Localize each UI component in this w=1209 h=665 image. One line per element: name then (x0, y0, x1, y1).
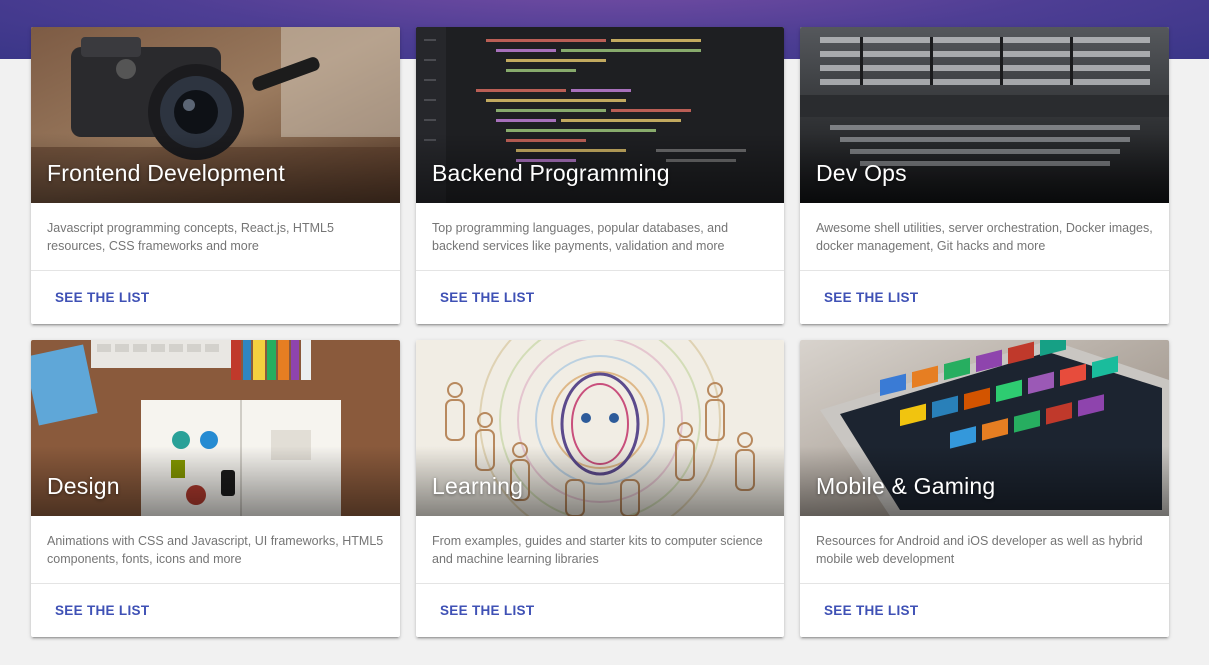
card-title: Backend Programming (432, 160, 670, 186)
card-media: Dev Ops (800, 27, 1169, 203)
card-media: Mobile & Gaming (800, 340, 1169, 516)
card-description: Javascript programming concepts, React.j… (31, 203, 400, 271)
card-title: Frontend Development (47, 160, 285, 186)
card-actions: SEE THE LIST (416, 271, 784, 324)
card-actions: SEE THE LIST (31, 271, 400, 324)
card-description: Awesome shell utilities, server orchestr… (800, 203, 1169, 271)
see-the-list-button[interactable]: SEE THE LIST (424, 595, 550, 626)
see-the-list-button[interactable]: SEE THE LIST (39, 595, 165, 626)
card-frontend-development: Frontend Development Javascript programm… (31, 27, 400, 324)
card-title: Design (47, 473, 120, 499)
card-title: Learning (432, 473, 524, 499)
category-grid: Frontend Development Javascript programm… (31, 27, 1169, 637)
see-the-list-button[interactable]: SEE THE LIST (808, 595, 934, 626)
card-description: From examples, guides and starter kits t… (416, 516, 784, 584)
card-description: Resources for Android and iOS developer … (800, 516, 1169, 584)
card-media: Backend Programming (416, 27, 784, 203)
card-actions: SEE THE LIST (416, 584, 784, 637)
card-description: Animations with CSS and Javascript, UI f… (31, 516, 400, 584)
card-title: Dev Ops (816, 160, 907, 186)
card-backend-programming: Backend Programming Top programming lang… (416, 27, 784, 324)
card-media: Design (31, 340, 400, 516)
card-design: Design Animations with CSS and Javascrip… (31, 340, 400, 637)
card-dev-ops: Dev Ops Awesome shell utilities, server … (800, 27, 1169, 324)
card-actions: SEE THE LIST (800, 271, 1169, 324)
card-mobile-gaming: Mobile & Gaming Resources for Android an… (800, 340, 1169, 637)
card-media: Learning (416, 340, 784, 516)
card-description: Top programming languages, popular datab… (416, 203, 784, 271)
see-the-list-button[interactable]: SEE THE LIST (808, 282, 934, 313)
card-learning: Learning From examples, guides and start… (416, 340, 784, 637)
see-the-list-button[interactable]: SEE THE LIST (39, 282, 165, 313)
card-media: Frontend Development (31, 27, 400, 203)
card-title: Mobile & Gaming (816, 473, 996, 499)
card-actions: SEE THE LIST (800, 584, 1169, 637)
card-actions: SEE THE LIST (31, 584, 400, 637)
see-the-list-button[interactable]: SEE THE LIST (424, 282, 550, 313)
